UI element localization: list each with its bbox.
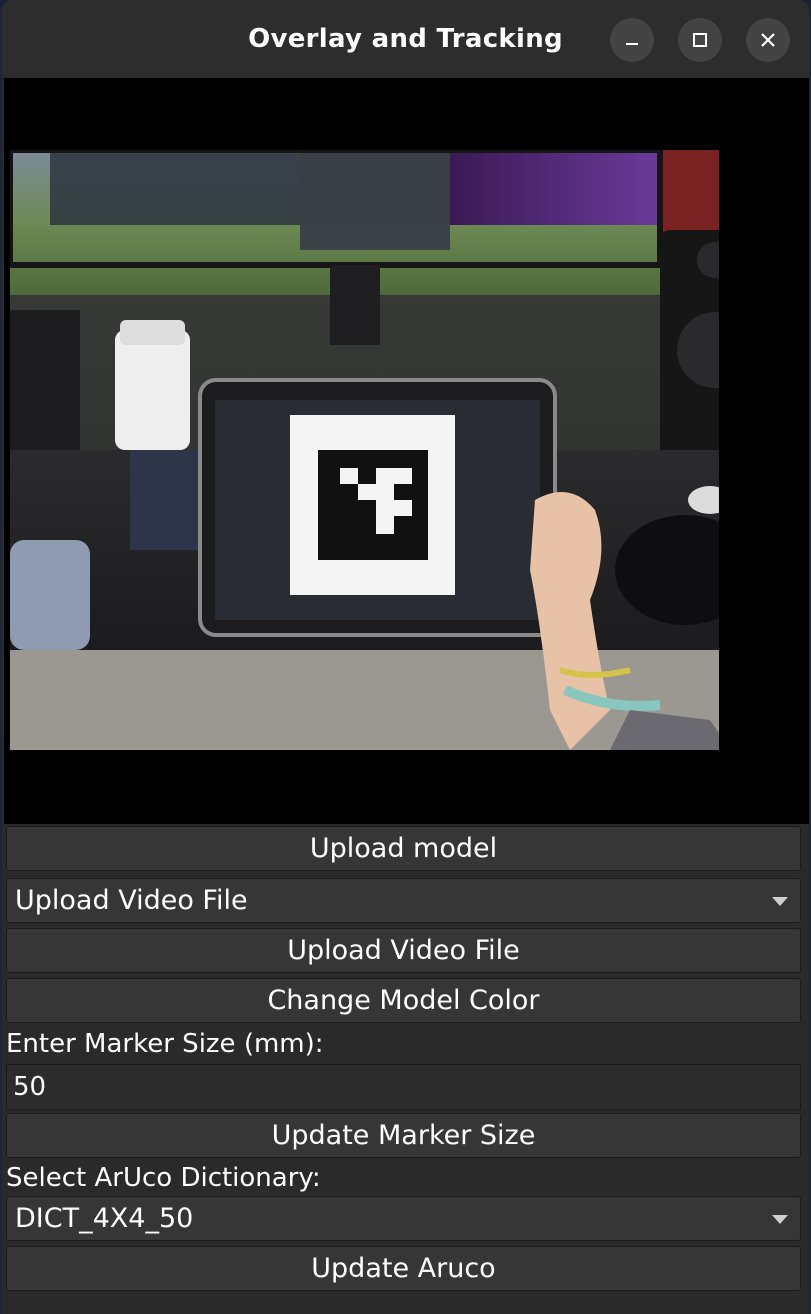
maximize-button[interactable] [678,18,722,62]
video-source-value: Upload Video File [15,885,248,916]
maximize-icon [693,33,707,47]
minimize-button[interactable] [610,18,654,62]
marker-size-label: Enter Marker Size (mm): [6,1029,324,1059]
title-bar[interactable]: Overlay and Tracking [2,0,809,79]
update-marker-size-button[interactable]: Update Marker Size [6,1113,801,1158]
upload-model-button[interactable]: Upload model [6,826,801,871]
camera-feed [10,150,719,750]
aruco-dictionary-select[interactable]: DICT_4X4_50 [6,1196,801,1241]
upload-video-button[interactable]: Upload Video File [6,928,801,973]
video-display [4,78,809,824]
close-button[interactable] [746,18,790,62]
close-icon [761,33,775,47]
marker-size-input[interactable]: 50 [6,1064,801,1110]
app-window: Overlay and Tracking Upload model Upload… [0,0,811,1314]
aruco-dictionary-value: DICT_4X4_50 [15,1203,194,1234]
camera-feed-image [10,150,719,750]
minimize-icon [626,43,638,45]
aruco-dictionary-label: Select ArUco Dictionary: [6,1163,321,1193]
change-model-color-button[interactable]: Change Model Color [6,978,801,1023]
aruco-marker [318,450,428,560]
chevron-down-icon [772,897,788,906]
chevron-down-icon [772,1215,788,1224]
update-aruco-button[interactable]: Update Aruco [6,1246,801,1291]
video-source-select[interactable]: Upload Video File [6,878,801,923]
